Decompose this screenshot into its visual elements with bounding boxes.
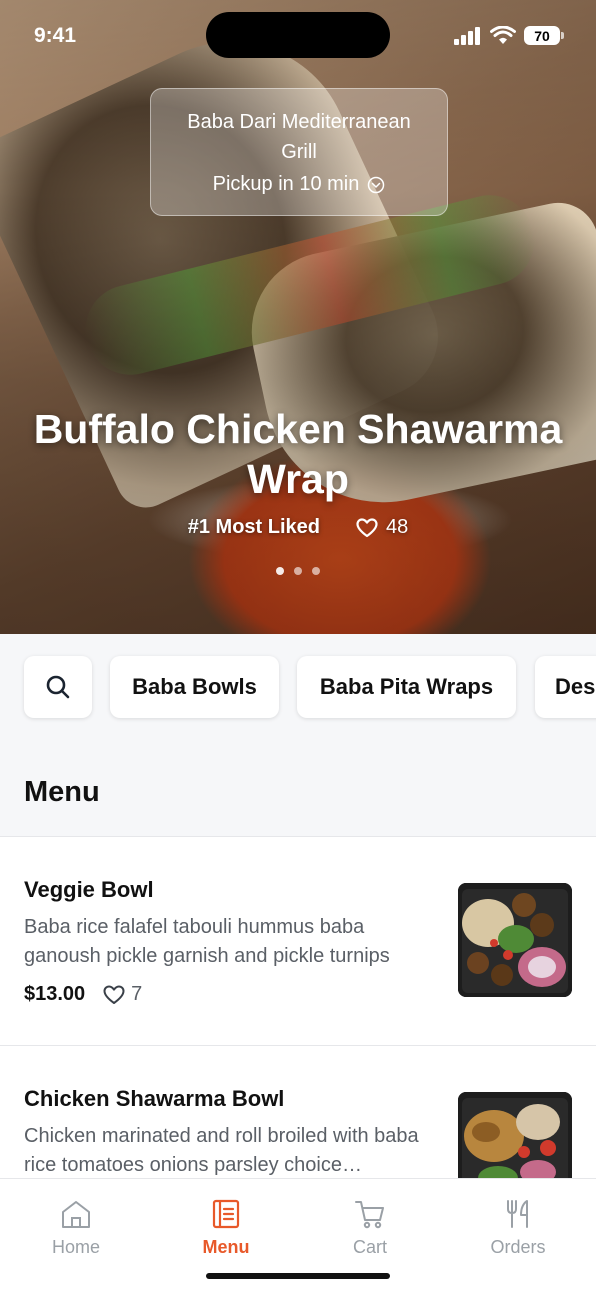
- carousel-dots[interactable]: [0, 567, 596, 575]
- category-chip-desserts[interactable]: Des: [535, 656, 596, 718]
- most-liked-badge: #1 Most Liked: [187, 516, 320, 538]
- item-description: Baba rice falafel tabouli hummus baba ga…: [24, 916, 390, 967]
- carousel-dot[interactable]: [312, 567, 320, 575]
- item-name: Veggie Bowl: [24, 877, 154, 902]
- tab-orders-label: Orders: [490, 1237, 546, 1257]
- pickup-time[interactable]: Pickup in 10 min: [151, 173, 447, 196]
- store-info-card[interactable]: Baba Dari Mediterranean Grill Pickup in …: [150, 88, 448, 216]
- tab-menu[interactable]: Menu: [166, 1197, 286, 1258]
- battery-icon: 70: [524, 26, 564, 45]
- veggie-bowl-image: [458, 883, 572, 997]
- featured-item-meta: #1 Most Liked 48: [0, 516, 596, 539]
- carousel-dot[interactable]: [294, 567, 302, 575]
- tab-orders[interactable]: Orders: [458, 1197, 578, 1258]
- tab-menu-label: Menu: [202, 1237, 250, 1257]
- heart-icon: [356, 517, 378, 537]
- tab-home-label: Home: [51, 1237, 100, 1257]
- wifi-icon: [490, 26, 516, 44]
- category-chip-baba-pita-wraps[interactable]: Baba Pita Wraps: [297, 656, 516, 718]
- featured-like-count: 48: [386, 516, 409, 538]
- carousel-dot-active[interactable]: [276, 567, 284, 575]
- menu-book-icon: [212, 1199, 240, 1229]
- category-bar: Baba Bowls Baba Pita Wraps Des: [0, 634, 596, 744]
- chevron-down-circle-icon: [368, 176, 385, 193]
- store-name: Baba Dari Mediterranean Grill: [187, 111, 411, 163]
- menu-item-chicken-shawarma-bowl[interactable]: Chicken Shawarma Bowl Chicken marinated …: [0, 1046, 596, 1179]
- heart-icon: [103, 985, 125, 1004]
- menu-item-veggie-bowl[interactable]: Veggie Bowl Baba rice falafel tabouli hu…: [0, 837, 596, 1046]
- chicken-shawarma-bowl-image: [458, 1092, 572, 1179]
- category-chip-baba-bowls[interactable]: Baba Bowls: [110, 656, 279, 718]
- cellular-signal-icon: [454, 26, 480, 45]
- tab-cart[interactable]: Cart: [310, 1197, 430, 1258]
- tab-home[interactable]: Home: [16, 1197, 136, 1258]
- menu-heading: Menu: [24, 776, 100, 808]
- tab-cart-label: Cart: [352, 1237, 387, 1257]
- home-icon: [62, 1201, 90, 1228]
- item-price: $13.00: [24, 983, 86, 1005]
- item-description: Chicken marinated and roll broiled with …: [24, 1125, 419, 1176]
- menu-list[interactable]: Veggie Bowl Baba rice falafel tabouli hu…: [0, 836, 596, 1179]
- fork-knife-icon: [507, 1200, 528, 1228]
- home-indicator: [206, 1273, 390, 1279]
- search-icon: [46, 675, 70, 699]
- item-name: Chicken Shawarma Bowl: [24, 1086, 285, 1111]
- featured-item-title: Buffalo Chicken Shawarma Wrap: [33, 406, 563, 502]
- item-like-count: 7: [131, 983, 143, 1005]
- dynamic-island: [206, 12, 390, 58]
- cart-icon: [355, 1201, 384, 1229]
- status-time: 9:41: [34, 24, 77, 47]
- hero-banner[interactable]: 9:41 70 Baba Dari Mediterranean Grill Pi…: [0, 0, 596, 634]
- status-bar: 9:41 70: [0, 0, 596, 76]
- search-button[interactable]: [24, 656, 92, 718]
